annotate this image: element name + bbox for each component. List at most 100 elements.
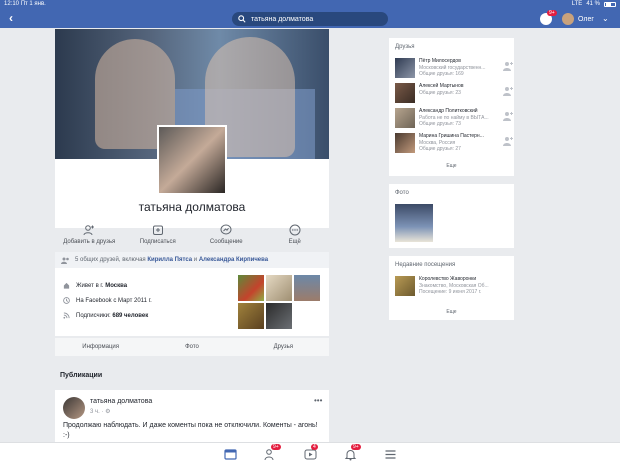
tab-info[interactable]: Информация (55, 338, 146, 356)
follow-button[interactable]: Подписаться (124, 224, 193, 252)
notif-badge: 9+ (351, 444, 361, 450)
recent-visits-box: Недавние посещения Королевство Жаворонки… (389, 256, 514, 320)
friend-avatar (395, 133, 415, 153)
friend-avatar (395, 58, 415, 78)
nav-feed[interactable] (224, 448, 237, 461)
nav-menu[interactable] (384, 448, 397, 461)
add-friend-icon[interactable] (503, 86, 513, 96)
followers-text: Подписчики: 689 человек (76, 312, 149, 319)
profile-name: татьяна долматова (138, 200, 246, 214)
chevron-down-icon[interactable]: ⌄ (602, 14, 609, 23)
avatar (562, 13, 574, 25)
photo-grid (238, 275, 322, 329)
friend-item[interactable]: Александр Политковский Работа не по найм… (395, 108, 513, 128)
info-row-since: На Facebook с Март 2011 г. (63, 297, 152, 304)
info-row-lives: Живет в г. Москва (63, 282, 127, 289)
photo-thumb[interactable] (266, 303, 292, 329)
follow-icon (152, 225, 163, 235)
message-button[interactable]: Сообщение (192, 224, 261, 252)
home-icon (63, 282, 70, 289)
add-friend-icon[interactable] (503, 61, 513, 71)
friend-mutual: Общие друзья: 27 (419, 146, 461, 152)
nav-video[interactable]: 4 (304, 444, 318, 461)
photos-title: Фото (395, 190, 409, 196)
tab-friends[interactable]: Друзья (238, 338, 329, 356)
menu-icon (385, 450, 396, 459)
friend-item[interactable]: Алексей Мартынов Общие друзья: 23 (395, 83, 513, 103)
bottom-nav: 9+ 4 9+ (0, 442, 620, 464)
post: татьяна долматова 3 ч. · ⚙ ••• Продолжаю… (55, 390, 329, 450)
publications-title: Публикации (60, 372, 103, 379)
friends-box: Друзья Пётр Милосердов Московский госуда… (389, 38, 514, 176)
lives-text: Живет в г. Москва (76, 282, 128, 289)
battery-label: 41 % (586, 1, 600, 7)
action-label: Ещё (288, 239, 301, 245)
friend-name: Пётр Милосердов (419, 58, 461, 64)
back-button[interactable]: ‹ (9, 12, 13, 24)
visits-title: Недавние посещения (395, 262, 456, 268)
search-icon (238, 15, 246, 23)
more-icon (289, 224, 301, 236)
messenger-icon (220, 224, 232, 235)
photo-thumb[interactable] (238, 303, 264, 329)
search-input[interactable]: татьяна долматова (232, 12, 388, 26)
add-friend-button[interactable]: Добавить в друзья (55, 224, 124, 252)
more-button[interactable]: Ещё (261, 224, 330, 252)
nav-notifications[interactable]: 9+ (344, 444, 361, 461)
profile-actions: Добавить в друзья Подписаться Сообщение … (55, 224, 329, 252)
add-friend-icon[interactable] (503, 111, 513, 121)
photo-thumb[interactable] (294, 275, 320, 301)
since-text: На Facebook с Март 2011 г. (76, 297, 152, 304)
status-time: 12:10 Пт 1 янв. (4, 1, 46, 7)
post-avatar[interactable] (63, 397, 85, 419)
notifications-badge: 9+ (547, 10, 557, 16)
visit-date: Посещение: 9 июня 2017 г. (419, 289, 482, 295)
globe-icon: ⚙ (105, 409, 111, 415)
post-text: Продолжаю наблюдать. И даже коменты пока… (63, 422, 318, 439)
video-badge: 4 (311, 444, 318, 450)
friends-icon (61, 257, 69, 264)
photo-thumb[interactable] (395, 204, 433, 242)
place-name: Королевство Жаворонки (419, 276, 477, 282)
place-avatar (395, 276, 415, 296)
post-time[interactable]: 3 ч. · ⚙ (90, 408, 111, 415)
friend-avatar (395, 108, 415, 128)
status-bar: 12:10 Пт 1 янв. LTE 41 % (0, 0, 620, 9)
friend-name: Александр Политковский (419, 108, 478, 114)
user-menu[interactable]: Олег (562, 13, 594, 25)
friend-item[interactable]: Пётр Милосердов Московский государственн… (395, 58, 513, 78)
profile-picture[interactable] (157, 125, 227, 195)
visits-more-link[interactable]: Еще (389, 309, 514, 315)
nav-friends[interactable]: 9+ (264, 444, 281, 461)
friend-avatar (395, 83, 415, 103)
photo-thumb[interactable] (238, 275, 264, 301)
friend-name: Марина Гришина Пастерн... (419, 133, 484, 139)
friend-mutual: Общие друзья: 169 (419, 71, 464, 77)
top-bar: 12:10 Пт 1 янв. LTE 41 % ‹ татьяна долма… (0, 0, 620, 28)
notifications-button[interactable]: 9+ (540, 10, 557, 25)
rss-icon (63, 312, 70, 319)
action-label: Сообщение (209, 239, 243, 245)
tab-photos[interactable]: Фото (146, 338, 237, 356)
friend-item[interactable]: Марина Гришина Пастерн... Москва, Россия… (395, 133, 513, 153)
post-menu-button[interactable]: ••• (314, 396, 322, 405)
friends-badge: 9+ (271, 444, 281, 450)
friend-mutual: Общие друзья: 23 (419, 90, 461, 96)
friend-name: Алексей Мартынов (419, 83, 464, 89)
add-friend-icon[interactable] (503, 136, 513, 146)
mutual-text: 5 общих друзей, включая Кирилла Пятса и … (75, 257, 269, 263)
clock-icon (63, 297, 70, 304)
intro-section: Живет в г. Москва На Facebook с Март 201… (55, 268, 329, 336)
photo-thumb[interactable] (266, 275, 292, 301)
photos-box: Фото (389, 184, 514, 248)
add-friend-icon (83, 225, 95, 236)
profile-tabs: Информация Фото Друзья (55, 338, 329, 356)
friend-mutual: Общие друзья: 73 (419, 121, 461, 127)
info-row-followers[interactable]: Подписчики: 689 человек (63, 312, 148, 319)
friends-more-link[interactable]: Еще (389, 163, 514, 169)
post-author[interactable]: татьяна долматова (90, 398, 152, 405)
action-label: Добавить в друзья (63, 239, 116, 245)
search-query: татьяна долматова (251, 15, 314, 23)
visit-item[interactable]: Королевство Жаворонки Знакомство, Москов… (395, 276, 510, 296)
mutual-friends[interactable]: 5 общих друзей, включая Кирилла Пятса и … (55, 252, 329, 268)
